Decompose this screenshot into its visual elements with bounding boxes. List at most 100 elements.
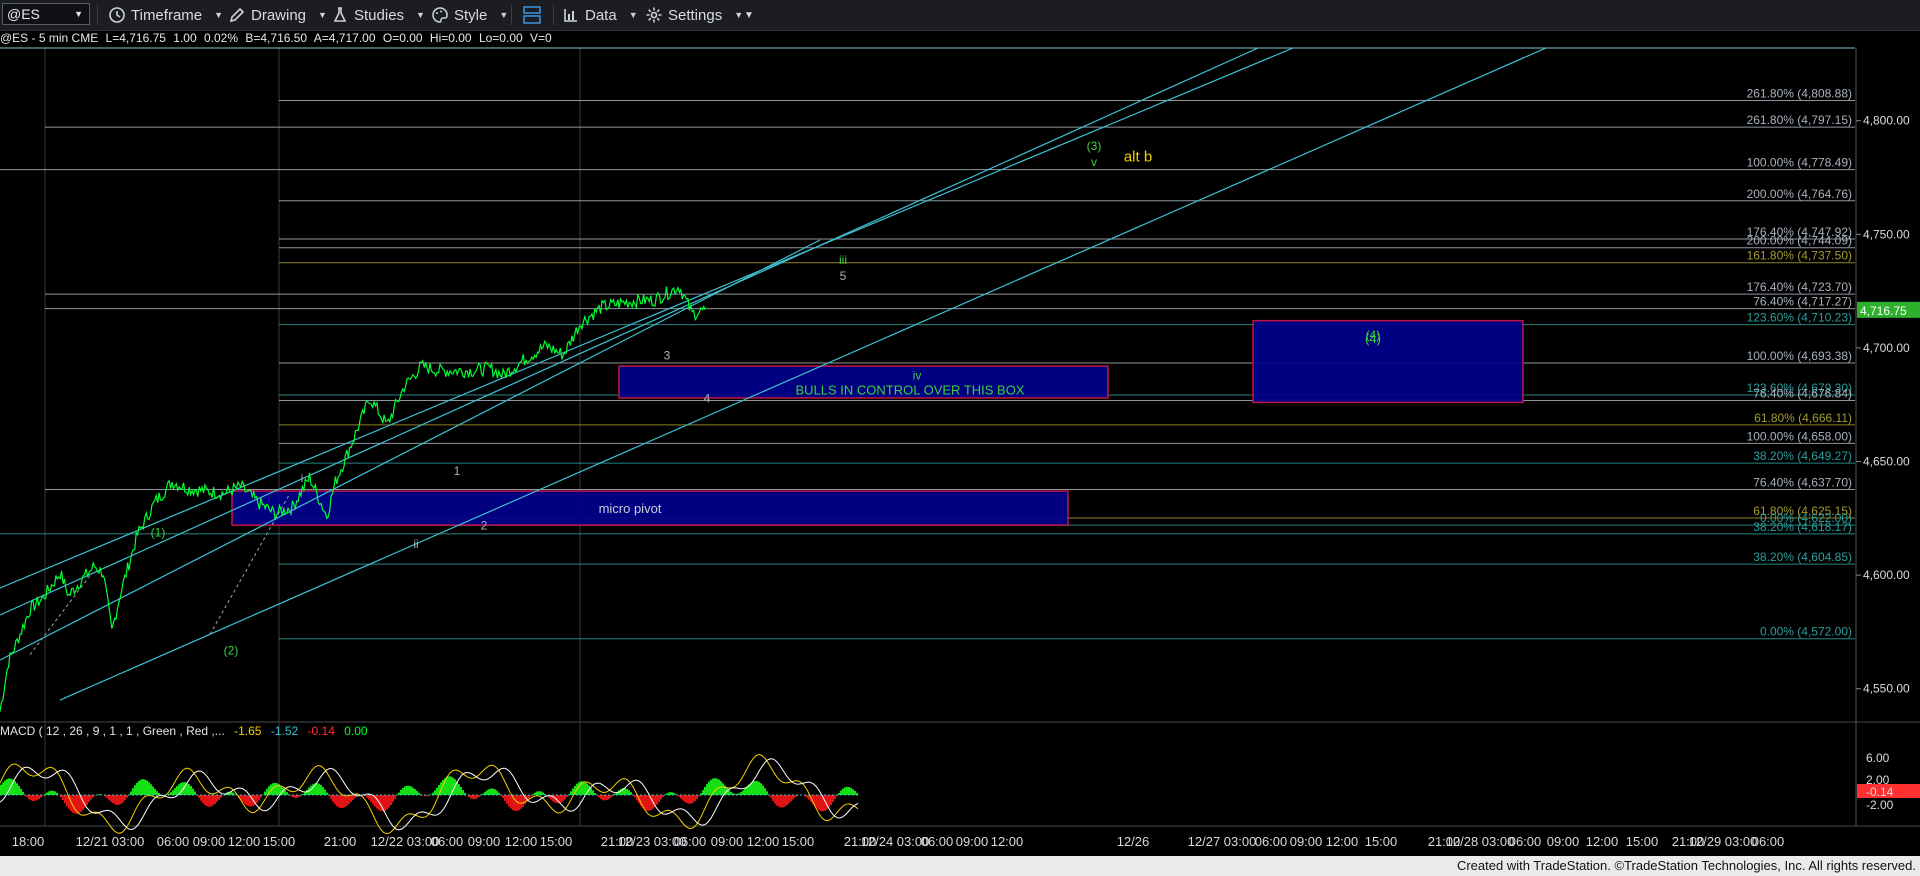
macd-histogram-bar <box>756 780 758 795</box>
macd-histogram-bar <box>816 795 818 809</box>
macd-histogram-bar <box>90 795 92 800</box>
macd-histogram-bar <box>108 795 110 800</box>
time-axis-label: 09:00 <box>1547 834 1580 849</box>
macd-zero-value: 0.00 <box>344 724 368 738</box>
macd-histogram-bar <box>32 795 34 801</box>
macd-histogram-bar <box>662 795 664 798</box>
macd-histogram-bar <box>854 791 856 795</box>
time-axis-label: 12/29 03:00 <box>1689 834 1758 849</box>
macd-histogram-bar <box>392 795 394 803</box>
macd-histogram-bar <box>386 795 388 810</box>
macd-histogram-bar <box>140 779 142 795</box>
macd-histogram-bar <box>208 795 210 807</box>
macd-histogram-bar <box>602 795 604 801</box>
macd-histogram-bar <box>16 783 18 795</box>
time-axis-label: 09:00 <box>193 834 226 849</box>
macd-histogram-bar <box>136 782 138 795</box>
wave-label: 2 <box>481 519 488 533</box>
time-axis-label: 09:00 <box>1290 834 1323 849</box>
macd-histogram-bar <box>34 795 36 801</box>
macd-histogram-bar <box>478 795 480 798</box>
wave-label: (3) <box>1087 139 1102 153</box>
macd-histogram-bar <box>644 795 646 810</box>
macd-histogram-bar <box>534 792 536 795</box>
macd-histogram-bar <box>436 787 438 795</box>
time-axis-label: 12/27 03:00 <box>1188 834 1257 849</box>
macd-histogram-bar <box>170 792 172 795</box>
macd-histogram-bar <box>758 781 760 795</box>
macd-histogram-bar <box>674 793 676 795</box>
macd-histogram-bar <box>606 795 608 801</box>
macd-histogram-bar <box>190 786 192 795</box>
macd-histogram-bar <box>320 785 322 795</box>
macd-histogram-bar <box>842 788 844 795</box>
wave-label: (2) <box>224 644 239 658</box>
macd-histogram-bar <box>174 788 176 795</box>
macd-histogram-bar <box>786 795 788 806</box>
macd-histogram-bar <box>530 795 532 797</box>
macd-histogram-bar <box>402 787 404 795</box>
macd-histogram-bar <box>94 795 96 796</box>
last-price-label: 4,716.75 <box>1860 304 1907 318</box>
macd-histogram-bar <box>370 795 372 802</box>
time-axis-label: 09:00 <box>956 834 989 849</box>
fib-level-label: 100.00% (4,658.00) <box>1747 429 1852 443</box>
macd-histogram-bar <box>566 795 568 798</box>
fib-level-label: 100.00% (4,693.38) <box>1747 349 1852 363</box>
macd-legend: MACD ( 12 , 26 , 9 , 1 , 1 , Green , Red… <box>0 724 374 738</box>
fib-level-label: 0.00% (4,572.00) <box>1760 625 1852 639</box>
macd-histogram-bar <box>708 781 710 795</box>
macd-histogram-bar <box>560 795 562 803</box>
macd-histogram-bar <box>214 795 216 804</box>
macd-histogram-bar <box>486 790 488 795</box>
macd-histogram-bar <box>690 795 692 804</box>
macd-histogram-bar <box>692 795 694 803</box>
macd-histogram-bar <box>722 783 724 795</box>
macd-histogram-bar <box>832 795 834 803</box>
macd-histogram-bar <box>352 795 354 800</box>
time-axis-label: 06:00 <box>431 834 464 849</box>
macd-histogram-bar <box>4 780 6 795</box>
macd-histogram-bar <box>728 790 730 795</box>
macd-histogram-bar <box>126 795 128 798</box>
macd-histogram-bar <box>194 791 196 795</box>
macd-histogram-bar <box>570 791 572 795</box>
fib-level-label: 200.00% (4,744.09) <box>1747 234 1852 248</box>
trend-channel-line <box>0 47 1259 616</box>
macd-histogram-bar <box>264 791 266 795</box>
macd-histogram-bar <box>762 785 764 795</box>
wave-label: iii <box>839 253 847 267</box>
macd-histogram-bar <box>488 789 490 795</box>
macd-histogram-bar <box>504 795 506 801</box>
macd-histogram-bar <box>782 795 784 808</box>
macd-histogram-bar <box>412 787 414 795</box>
macd-histogram-bar <box>806 795 808 798</box>
time-axis-label: 12/24 03:00 <box>861 834 930 849</box>
macd-histogram-bar <box>430 794 432 795</box>
macd-histogram-bar <box>210 795 212 807</box>
macd-histogram-bar <box>562 795 564 802</box>
macd-histogram-bar <box>110 795 112 802</box>
fib-level-label: 161.80% (4,737.50) <box>1747 249 1852 263</box>
macd-histogram-bar <box>38 795 40 800</box>
macd-histogram-bar <box>766 791 768 795</box>
fib-level-label: 200.00% (4,764.76) <box>1747 187 1852 201</box>
macd-diff-value: -0.14 <box>307 724 335 738</box>
macd-histogram-bar <box>646 795 648 811</box>
macd-histogram-bar <box>112 795 114 804</box>
macd-histogram-bar <box>734 793 736 795</box>
macd-histogram-bar <box>462 790 464 795</box>
macd-histogram-bar <box>774 795 776 804</box>
time-axis-label: 06:00 <box>1752 834 1785 849</box>
macd-histogram-bar <box>508 795 510 807</box>
macd-histogram-bar <box>744 788 746 795</box>
macd-histogram-bar <box>494 789 496 795</box>
macd-histogram-bar <box>538 791 540 795</box>
macd-histogram-bar <box>844 787 846 795</box>
macd-histogram-bar <box>36 795 38 801</box>
macd-histogram-bar <box>316 783 318 795</box>
macd-histogram-bar <box>482 793 484 795</box>
macd-histogram-bar <box>536 791 538 795</box>
macd-histogram-bar <box>686 795 688 804</box>
fib-level-label: 38.20% (4,618.17) <box>1753 520 1852 534</box>
